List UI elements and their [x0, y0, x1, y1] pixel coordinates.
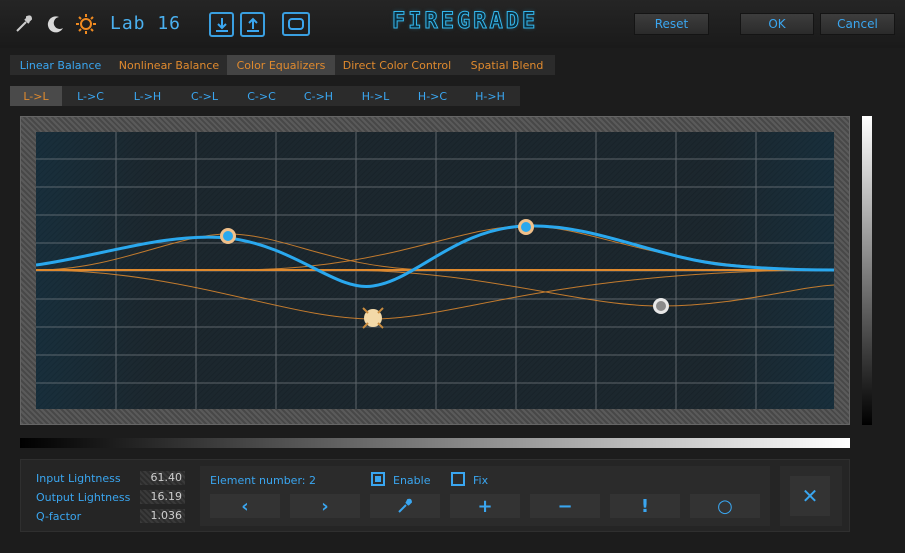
- main-tabs: Linear Balance Nonlinear Balance Color E…: [10, 55, 555, 75]
- control-point-disabled[interactable]: [653, 298, 669, 314]
- fix-checkbox[interactable]: [451, 472, 465, 486]
- tab-h-c[interactable]: H->C: [404, 86, 461, 106]
- input-lightness-scale: [20, 438, 850, 448]
- next-element-button[interactable]: ›: [290, 494, 360, 518]
- circle-icon: ○: [717, 495, 733, 517]
- toggle-element-button[interactable]: !: [610, 494, 680, 518]
- fix-label: Fix: [473, 474, 489, 487]
- sun-icon[interactable]: [74, 12, 98, 36]
- add-element-button[interactable]: +: [450, 494, 520, 518]
- tab-l-h[interactable]: L->H: [119, 86, 176, 106]
- tab-h-h[interactable]: H->H: [461, 86, 519, 106]
- equalizer-graph[interactable]: [36, 132, 834, 409]
- app-logo: FIREGRADE: [392, 9, 539, 35]
- enable-checkbox[interactable]: [371, 472, 385, 486]
- output-lightness-label: Output Lightness: [36, 491, 131, 504]
- exclamation-icon: !: [640, 495, 650, 517]
- remove-element-button[interactable]: −: [530, 494, 600, 518]
- q-factor-value[interactable]: 1.036: [140, 509, 185, 523]
- eyedropper-icon: [398, 498, 413, 513]
- preview-icon[interactable]: [282, 12, 310, 36]
- element-number-label: Element number: 2: [210, 474, 316, 487]
- input-lightness-value[interactable]: 61.40: [140, 471, 185, 485]
- delete-element-button[interactable]: ✕: [790, 476, 830, 516]
- tab-l-l[interactable]: L->L: [10, 86, 62, 106]
- tab-direct-color-control[interactable]: Direct Color Control: [335, 55, 459, 75]
- tab-spatial-blend[interactable]: Spatial Blend: [459, 55, 555, 75]
- pick-color-button[interactable]: [370, 494, 440, 518]
- tab-linear-balance[interactable]: Linear Balance: [10, 55, 111, 75]
- tab-nonlinear-balance[interactable]: Nonlinear Balance: [111, 55, 227, 75]
- control-point[interactable]: [518, 219, 534, 235]
- chevron-right-icon: ›: [321, 495, 329, 517]
- tab-c-l[interactable]: C->L: [176, 86, 233, 106]
- reset-element-button[interactable]: ○: [690, 494, 760, 518]
- reset-button[interactable]: Reset: [634, 13, 709, 35]
- upload-icon[interactable]: [240, 12, 265, 37]
- download-icon[interactable]: [209, 12, 234, 37]
- color-mode-label[interactable]: Lab 16: [110, 13, 181, 35]
- plus-icon: +: [477, 495, 493, 517]
- tab-c-c[interactable]: C->C: [233, 86, 290, 106]
- output-lightness-value[interactable]: 16.19: [140, 490, 185, 504]
- minus-icon: −: [557, 495, 573, 517]
- close-icon: ✕: [801, 484, 819, 508]
- tab-c-h[interactable]: C->H: [290, 86, 347, 106]
- output-lightness-scale: [862, 116, 872, 425]
- q-factor-label: Q-factor: [36, 510, 82, 523]
- tab-color-equalizers[interactable]: Color Equalizers: [227, 55, 335, 75]
- prev-element-button[interactable]: ‹: [210, 494, 280, 518]
- moon-icon[interactable]: [44, 12, 68, 36]
- tab-h-l[interactable]: H->L: [347, 86, 404, 106]
- sub-tabs: L->L L->C L->H C->L C->C C->H H->L H->C …: [10, 86, 520, 106]
- eyedropper-icon[interactable]: [12, 12, 36, 36]
- input-lightness-label: Input Lightness: [36, 472, 121, 485]
- cancel-button[interactable]: Cancel: [820, 13, 895, 35]
- enable-label: Enable: [393, 474, 431, 487]
- control-point-selected[interactable]: [362, 307, 384, 329]
- ok-button[interactable]: OK: [740, 13, 814, 35]
- chevron-left-icon: ‹: [241, 495, 249, 517]
- control-point[interactable]: [220, 228, 236, 244]
- tab-l-c[interactable]: L->C: [62, 86, 119, 106]
